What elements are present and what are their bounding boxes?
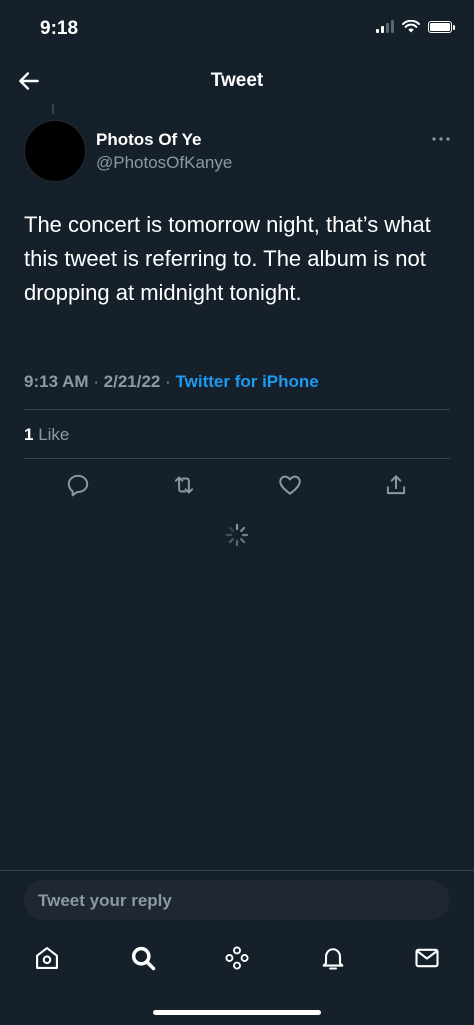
divider	[24, 409, 450, 410]
tweet-date: 2/21/22	[103, 372, 161, 391]
search-icon[interactable]	[129, 944, 157, 972]
author-name[interactable]: Photos Of Ye	[96, 130, 202, 150]
home-icon[interactable]	[33, 944, 61, 972]
more-options-icon[interactable]	[430, 132, 452, 146]
home-indicator	[153, 1010, 321, 1015]
status-bar: 9:18	[0, 0, 474, 56]
tweet-text: The concert is tomorrow night, that’s wh…	[24, 212, 431, 305]
messages-icon[interactable]	[413, 944, 441, 972]
nav-header: Tweet	[0, 58, 474, 104]
share-icon[interactable]	[383, 472, 409, 498]
thread-line	[52, 104, 54, 114]
reply-input[interactable]: Tweet your reply	[24, 880, 450, 920]
like-count-label: Like	[38, 425, 70, 444]
tweet-source-link[interactable]: Twitter for iPhone	[176, 372, 319, 391]
tweet-metadata: 9:13 AM · 2/21/22 · Twitter for iPhone	[24, 372, 319, 392]
cellular-signal-icon	[376, 20, 394, 33]
status-time: 9:18	[40, 18, 79, 39]
like-count-number: 1	[24, 425, 34, 444]
divider	[24, 458, 450, 459]
page-title: Tweet	[210, 70, 264, 91]
author-handle[interactable]: @PhotosOfKanye	[96, 153, 232, 173]
meta-separator: ·	[88, 372, 104, 391]
battery-icon	[428, 20, 455, 33]
bottom-tab-bar	[0, 940, 474, 980]
spaces-icon[interactable]	[223, 944, 251, 972]
composer-divider	[0, 870, 474, 871]
meta-separator: ·	[160, 372, 176, 391]
tweet-actions	[0, 472, 474, 500]
likes-count[interactable]: 1 Like	[24, 425, 69, 445]
notifications-icon[interactable]	[319, 944, 347, 972]
like-heart-icon[interactable]	[277, 472, 303, 498]
loading-spinner-icon	[225, 523, 249, 547]
avatar[interactable]	[24, 120, 86, 182]
reply-placeholder: Tweet your reply	[38, 891, 172, 910]
reply-icon[interactable]	[65, 472, 91, 498]
retweet-icon[interactable]	[171, 472, 197, 498]
tweet-time: 9:13 AM	[24, 372, 89, 391]
wifi-icon	[402, 20, 420, 33]
status-icons	[376, 20, 455, 33]
